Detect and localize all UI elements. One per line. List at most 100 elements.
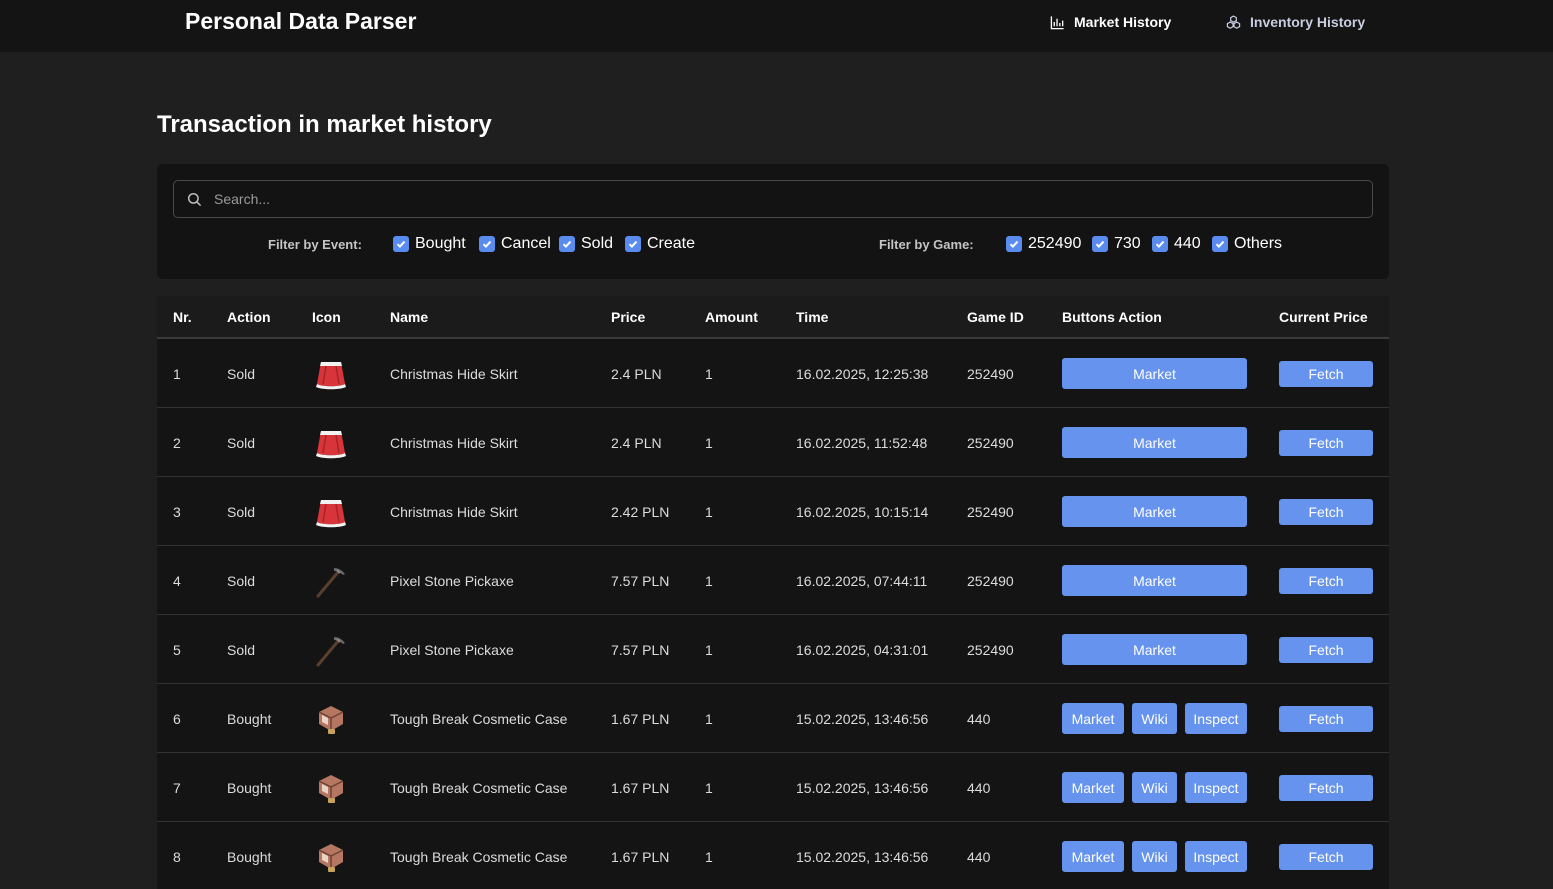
cell-nr: 7 xyxy=(173,780,181,796)
market-button[interactable]: Market xyxy=(1062,358,1247,389)
filter-game-others[interactable]: Others xyxy=(1212,235,1282,253)
inspect-button[interactable]: Inspect xyxy=(1185,772,1247,803)
wiki-button[interactable]: Wiki xyxy=(1132,841,1177,872)
cell-action: Bought xyxy=(227,780,272,796)
cell-game-id: 252490 xyxy=(967,435,1014,451)
filter-game-252490[interactable]: 252490 xyxy=(1006,235,1081,253)
cell-action: Sold xyxy=(227,642,256,658)
cell-action: Sold xyxy=(227,435,256,451)
checkbox-checked-icon[interactable] xyxy=(625,236,641,252)
cell-amount: 1 xyxy=(705,435,713,451)
header-icon: Icon xyxy=(312,309,341,325)
fetch-button[interactable]: Fetch xyxy=(1279,568,1373,594)
filter-game-440[interactable]: 440 xyxy=(1152,235,1201,253)
table-row: 4 Sold Pixel Stone Pickaxe 7.57 PLN 1 16.02.2… xyxy=(157,546,1389,615)
header-action: Action xyxy=(227,309,271,325)
filter-event-bought[interactable]: Bought xyxy=(393,235,466,253)
wiki-button[interactable]: Wiki xyxy=(1132,772,1177,803)
cell-name: Tough Break Cosmetic Case xyxy=(390,711,568,727)
header-current-price: Current Price xyxy=(1279,309,1368,325)
crate-icon xyxy=(312,700,350,738)
fetch-button[interactable]: Fetch xyxy=(1279,706,1373,732)
navbar: Personal Data Parser Market History Inve… xyxy=(0,0,1553,52)
filter-game-730[interactable]: 730 xyxy=(1092,235,1141,253)
market-button[interactable]: Market xyxy=(1062,703,1124,734)
cell-price: 7.57 PLN xyxy=(611,573,670,589)
checkbox-checked-icon[interactable] xyxy=(1212,236,1228,252)
cell-nr: 1 xyxy=(173,366,181,382)
cell-nr: 3 xyxy=(173,504,181,520)
fetch-button[interactable]: Fetch xyxy=(1279,775,1373,801)
filter-game-440-label: 440 xyxy=(1174,235,1201,252)
cell-price: 1.67 PLN xyxy=(611,711,670,727)
fetch-button[interactable]: Fetch xyxy=(1279,844,1373,870)
checkbox-checked-icon[interactable] xyxy=(1152,236,1168,252)
table-body: 1 Sold Christmas Hide Skirt 2.4 PLN 1 16.02.2… xyxy=(157,339,1389,889)
checkbox-checked-icon[interactable] xyxy=(1092,236,1108,252)
market-button[interactable]: Market xyxy=(1062,565,1247,596)
skirt-icon xyxy=(312,424,350,462)
inspect-button[interactable]: Inspect xyxy=(1185,703,1247,734)
cell-time: 15.02.2025, 13:46:56 xyxy=(796,849,929,865)
cell-action: Bought xyxy=(227,711,272,727)
search-icon xyxy=(187,192,202,207)
nav-market-history[interactable]: Market History xyxy=(1050,12,1171,32)
fetch-button[interactable]: Fetch xyxy=(1279,361,1373,387)
cubes-icon xyxy=(1226,14,1241,29)
cell-time: 15.02.2025, 13:46:56 xyxy=(796,780,929,796)
cell-action: Bought xyxy=(227,849,272,865)
filter-card: Filter by Event: Bought Cancel Sold Crea… xyxy=(157,164,1389,279)
filter-event-bought-label: Bought xyxy=(415,235,466,252)
cell-name: Tough Break Cosmetic Case xyxy=(390,849,568,865)
wiki-button[interactable]: Wiki xyxy=(1132,703,1177,734)
filter-game-252490-label: 252490 xyxy=(1028,235,1082,252)
checkbox-checked-icon[interactable] xyxy=(1006,236,1022,252)
market-button[interactable]: Market xyxy=(1062,496,1247,527)
cell-time: 16.02.2025, 12:25:38 xyxy=(796,366,929,382)
nav-inventory-history[interactable]: Inventory History xyxy=(1226,12,1365,32)
cell-game-id: 440 xyxy=(967,849,991,865)
cell-time: 16.02.2025, 10:15:14 xyxy=(796,504,929,520)
crate-icon xyxy=(312,769,350,807)
filter-event-cancel[interactable]: Cancel xyxy=(479,235,551,253)
cell-name: Pixel Stone Pickaxe xyxy=(390,573,514,589)
header-game-id: Game ID xyxy=(967,309,1024,325)
search-box[interactable] xyxy=(173,180,1373,218)
fetch-button[interactable]: Fetch xyxy=(1279,637,1373,663)
inspect-button[interactable]: Inspect xyxy=(1185,841,1247,872)
cell-amount: 1 xyxy=(705,366,713,382)
checkbox-checked-icon[interactable] xyxy=(479,236,495,252)
cell-time: 16.02.2025, 11:52:48 xyxy=(796,435,928,451)
cell-action: Sold xyxy=(227,573,256,589)
filter-event-create[interactable]: Create xyxy=(625,235,695,253)
cell-amount: 1 xyxy=(705,504,713,520)
cell-game-id: 440 xyxy=(967,780,991,796)
cell-amount: 1 xyxy=(705,849,713,865)
cell-price: 1.67 PLN xyxy=(611,849,670,865)
table-row: 7 Bought Tough Break Cosmetic Case 1.67 PLN… xyxy=(157,753,1389,822)
fetch-button[interactable]: Fetch xyxy=(1279,430,1373,456)
filter-event-sold[interactable]: Sold xyxy=(559,235,613,253)
checkbox-checked-icon[interactable] xyxy=(559,236,575,252)
cell-time: 16.02.2025, 07:44:11 xyxy=(796,573,928,589)
market-button[interactable]: Market xyxy=(1062,772,1124,803)
filter-game-730-label: 730 xyxy=(1114,235,1141,252)
filter-game-others-label: Others xyxy=(1234,235,1283,252)
skirt-icon xyxy=(312,355,350,393)
cell-price: 7.57 PLN xyxy=(611,642,670,658)
cell-time: 16.02.2025, 04:31:01 xyxy=(796,642,929,658)
search-input[interactable] xyxy=(214,181,1354,217)
checkbox-checked-icon[interactable] xyxy=(393,236,409,252)
cell-amount: 1 xyxy=(705,642,713,658)
table-row: 3 Sold Christmas Hide Skirt 2.42 PLN 1 16.02.… xyxy=(157,477,1389,546)
fetch-button[interactable]: Fetch xyxy=(1279,499,1373,525)
cell-action: Sold xyxy=(227,366,256,382)
cell-nr: 8 xyxy=(173,849,181,865)
cell-name: Tough Break Cosmetic Case xyxy=(390,780,568,796)
cell-name: Christmas Hide Skirt xyxy=(390,504,518,520)
table-row: 6 Bought Tough Break Cosmetic Case 1.67 PLN… xyxy=(157,684,1389,753)
market-button[interactable]: Market xyxy=(1062,427,1247,458)
market-button[interactable]: Market xyxy=(1062,841,1124,872)
market-button[interactable]: Market xyxy=(1062,634,1247,665)
cell-nr: 6 xyxy=(173,711,181,727)
